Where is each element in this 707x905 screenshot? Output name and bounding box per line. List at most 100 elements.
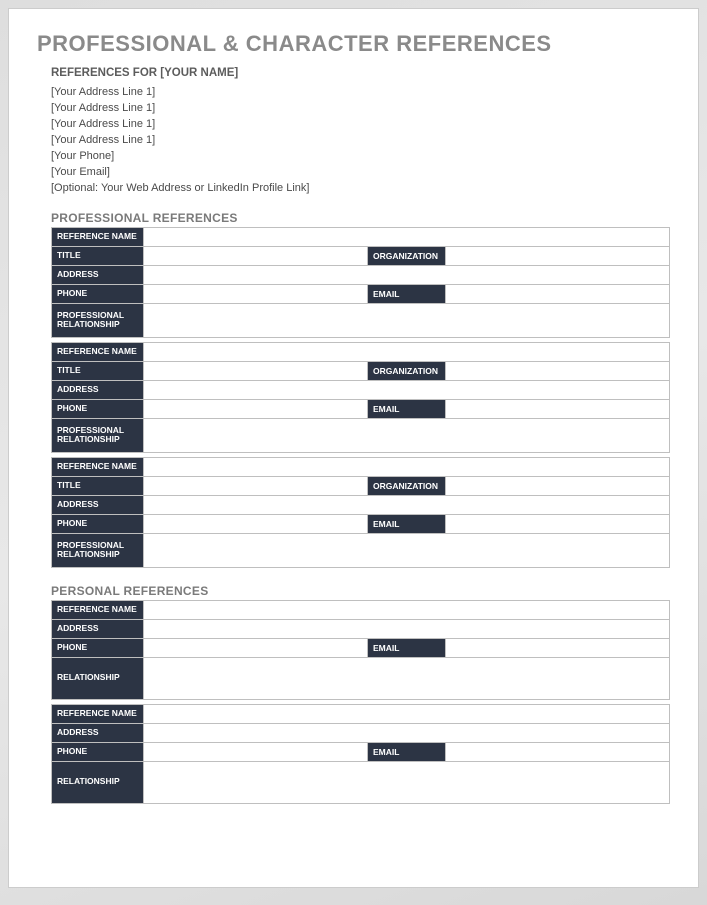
field-reference-name[interactable] [144,342,670,361]
references-for-heading: REFERENCES FOR [YOUR NAME] [51,67,670,79]
applicant-info-block: [Your Address Line 1] [Your Address Line… [51,85,670,197]
field-relationship[interactable] [144,657,670,699]
professional-section-heading: PROFESSIONAL REFERENCES [51,211,670,225]
info-line: [Your Address Line 1] [51,101,670,117]
table-row: PHONE EMAIL [52,399,670,418]
field-relationship[interactable] [144,303,670,337]
label-title: TITLE [52,361,144,380]
field-address[interactable] [144,265,670,284]
info-line: [Your Phone] [51,149,670,165]
info-line: [Your Address Line 1] [51,85,670,101]
label-organization: ORGANIZATION [368,246,446,265]
table-row: TITLE ORGANIZATION [52,361,670,380]
table-row: ADDRESS [52,619,670,638]
personal-references-table: REFERENCE NAME ADDRESS PHONE EMAIL RELAT… [51,600,670,804]
professional-references-table: REFERENCE NAME TITLE ORGANIZATION ADDRES… [51,227,670,568]
personal-section-heading: PERSONAL REFERENCES [51,584,670,598]
page-title: PROFESSIONAL & CHARACTER REFERENCES [37,31,670,57]
label-email: EMAIL [368,399,446,418]
field-email[interactable] [446,284,670,303]
table-row: PROFESSIONAL RELATIONSHIP [52,303,670,337]
label-address: ADDRESS [52,380,144,399]
label-relationship: PROFESSIONAL RELATIONSHIP [52,418,144,452]
table-row: PHONE EMAIL [52,638,670,657]
info-line: [Your Address Line 1] [51,117,670,133]
table-row: REFERENCE NAME [52,457,670,476]
field-phone[interactable] [144,742,368,761]
table-row: ADDRESS [52,265,670,284]
field-email[interactable] [446,399,670,418]
table-row: PHONE EMAIL [52,284,670,303]
table-row: REFERENCE NAME [52,600,670,619]
table-row: ADDRESS [52,380,670,399]
table-row: ADDRESS [52,723,670,742]
field-reference-name[interactable] [144,600,670,619]
label-address: ADDRESS [52,723,144,742]
field-relationship[interactable] [144,761,670,803]
label-organization: ORGANIZATION [368,361,446,380]
label-reference-name: REFERENCE NAME [52,342,144,361]
field-organization[interactable] [446,361,670,380]
label-title: TITLE [52,246,144,265]
field-reference-name[interactable] [144,704,670,723]
info-line: [Your Address Line 1] [51,133,670,149]
field-organization[interactable] [446,476,670,495]
document-page: PROFESSIONAL & CHARACTER REFERENCES REFE… [8,8,699,888]
table-row: REFERENCE NAME [52,227,670,246]
label-reference-name: REFERENCE NAME [52,704,144,723]
table-row: REFERENCE NAME [52,704,670,723]
label-email: EMAIL [368,284,446,303]
label-organization: ORGANIZATION [368,476,446,495]
label-reference-name: REFERENCE NAME [52,227,144,246]
table-row: PROFESSIONAL RELATIONSHIP [52,533,670,567]
table-row: RELATIONSHIP [52,761,670,803]
field-phone[interactable] [144,399,368,418]
table-row: ADDRESS [52,495,670,514]
field-address[interactable] [144,723,670,742]
field-relationship[interactable] [144,418,670,452]
field-email[interactable] [446,514,670,533]
field-reference-name[interactable] [144,457,670,476]
label-title: TITLE [52,476,144,495]
field-reference-name[interactable] [144,227,670,246]
label-address: ADDRESS [52,495,144,514]
label-reference-name: REFERENCE NAME [52,457,144,476]
field-title[interactable] [144,361,368,380]
field-address[interactable] [144,380,670,399]
label-phone: PHONE [52,399,144,418]
field-relationship[interactable] [144,533,670,567]
info-line: [Optional: Your Web Address or LinkedIn … [51,181,670,197]
field-phone[interactable] [144,514,368,533]
field-title[interactable] [144,246,368,265]
label-relationship: RELATIONSHIP [52,761,144,803]
field-phone[interactable] [144,638,368,657]
table-row: PROFESSIONAL RELATIONSHIP [52,418,670,452]
label-phone: PHONE [52,638,144,657]
field-title[interactable] [144,476,368,495]
label-address: ADDRESS [52,265,144,284]
label-phone: PHONE [52,514,144,533]
table-row: PHONE EMAIL [52,514,670,533]
label-address: ADDRESS [52,619,144,638]
label-email: EMAIL [368,742,446,761]
table-row: REFERENCE NAME [52,342,670,361]
label-relationship: PROFESSIONAL RELATIONSHIP [52,533,144,567]
table-row: TITLE ORGANIZATION [52,246,670,265]
field-email[interactable] [446,638,670,657]
label-relationship: RELATIONSHIP [52,657,144,699]
label-reference-name: REFERENCE NAME [52,600,144,619]
label-phone: PHONE [52,742,144,761]
field-organization[interactable] [446,246,670,265]
table-row: TITLE ORGANIZATION [52,476,670,495]
field-address[interactable] [144,619,670,638]
field-phone[interactable] [144,284,368,303]
table-row: PHONE EMAIL [52,742,670,761]
label-phone: PHONE [52,284,144,303]
field-email[interactable] [446,742,670,761]
label-email: EMAIL [368,514,446,533]
field-address[interactable] [144,495,670,514]
info-line: [Your Email] [51,165,670,181]
label-relationship: PROFESSIONAL RELATIONSHIP [52,303,144,337]
label-email: EMAIL [368,638,446,657]
table-row: RELATIONSHIP [52,657,670,699]
